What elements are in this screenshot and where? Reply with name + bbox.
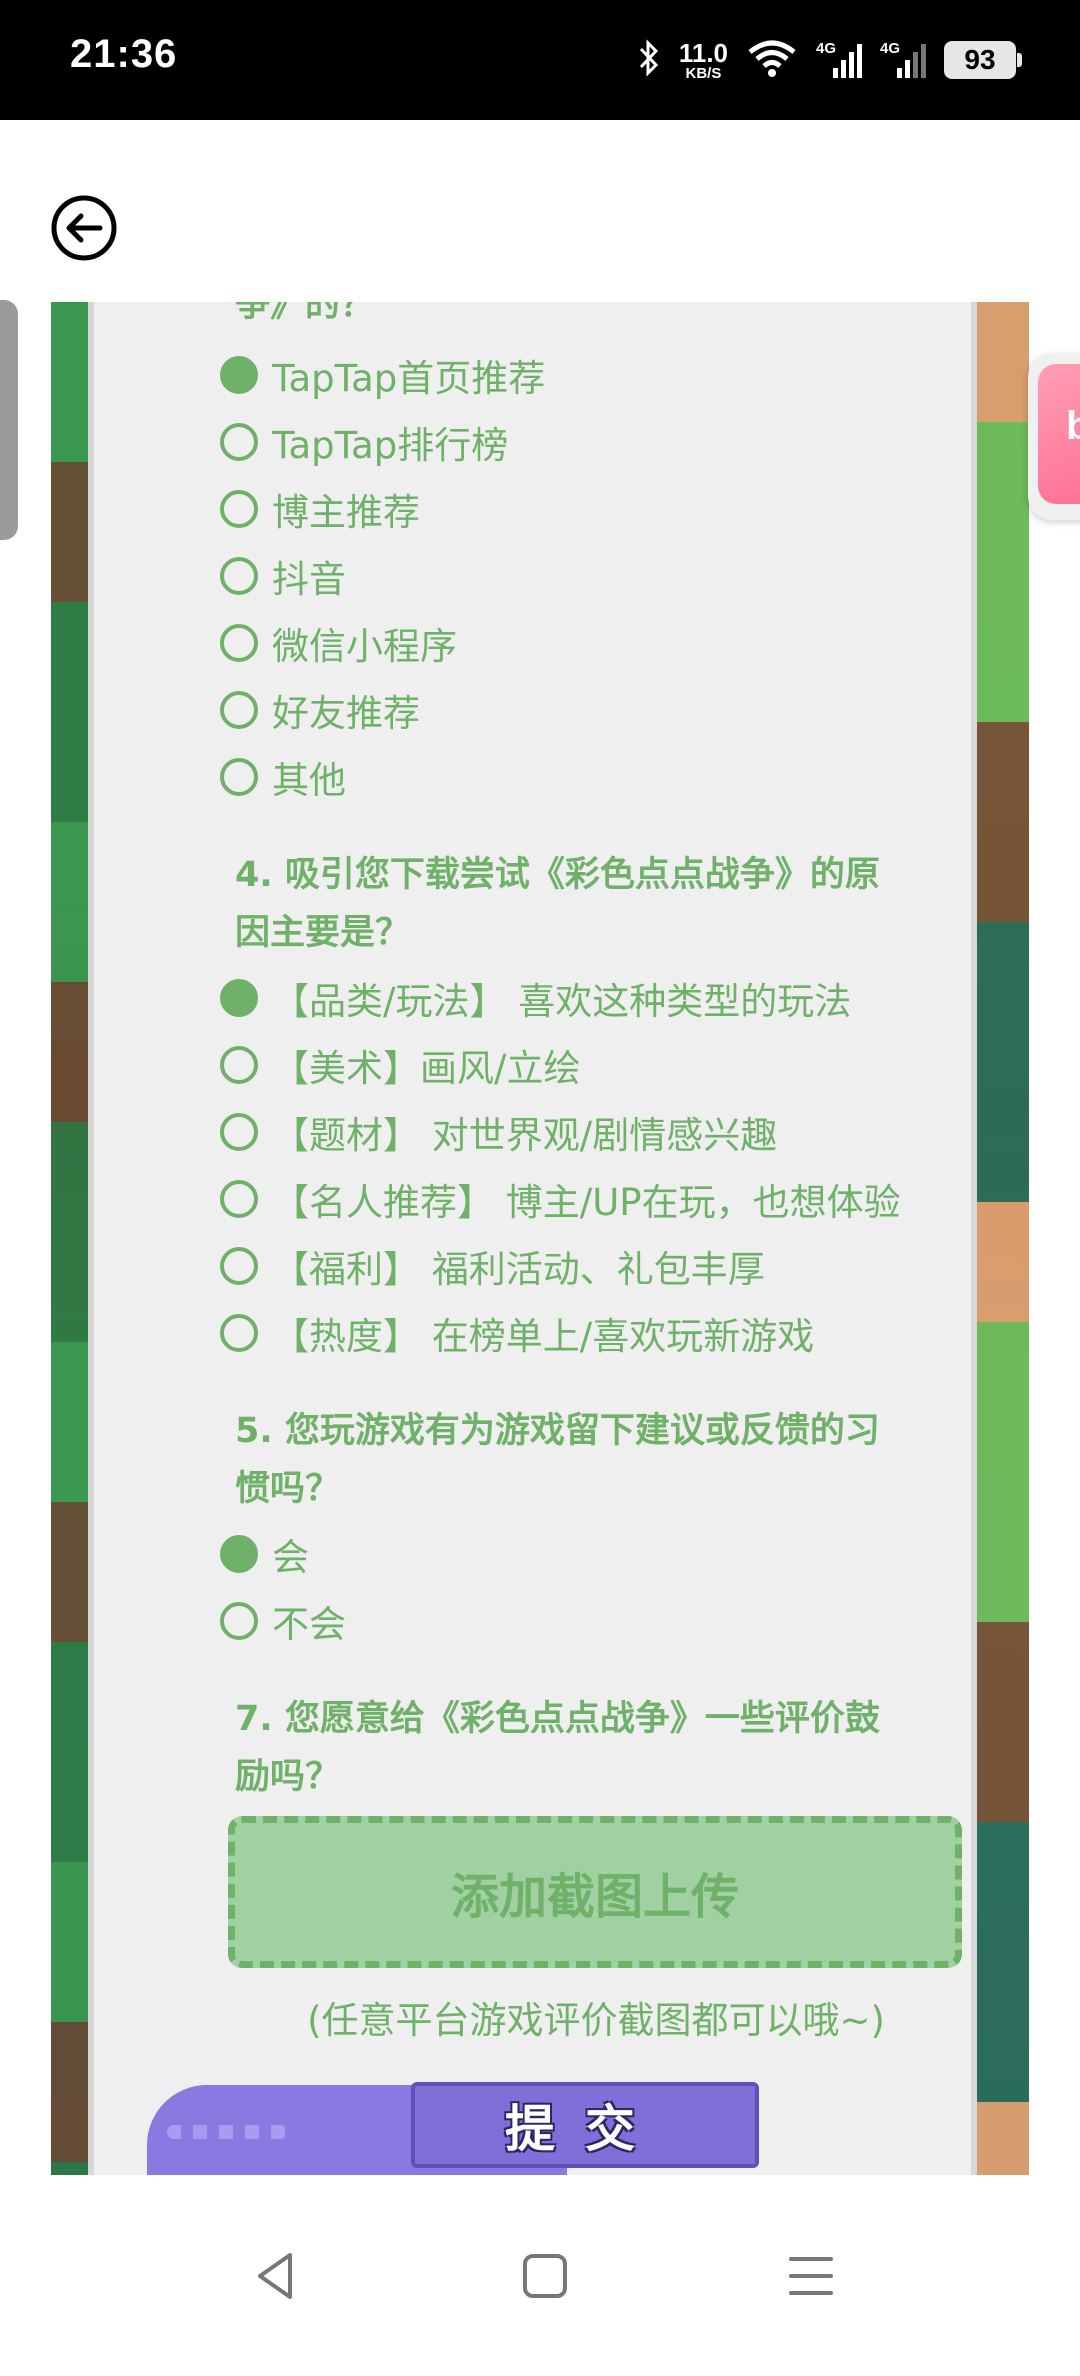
header — [0, 120, 1080, 302]
radio — [220, 1247, 258, 1285]
signal-icon: 4G — [816, 40, 862, 80]
option-q5-no[interactable]: 不会 — [220, 1593, 346, 1649]
radio — [220, 1046, 258, 1084]
net-speed-value: 11.0 — [678, 37, 728, 68]
arrow-left-circle-icon — [51, 195, 117, 261]
radio — [220, 557, 258, 595]
question-4-line1: 4. 吸引您下载尝试《彩色点点战争》的原 — [235, 855, 880, 895]
option-q4-celebrity[interactable]: 【名人推荐】 博主/UP在玩，也想体验 — [220, 1171, 901, 1227]
app-icon: b — [1038, 364, 1080, 504]
option-label: 抖音 — [272, 558, 346, 601]
option-label: 好友推荐 — [272, 692, 420, 735]
option-q5-yes[interactable]: 会 — [220, 1526, 309, 1582]
question-5-line2: 惯吗？ — [235, 1469, 341, 1509]
option-label: 博主推荐 — [272, 491, 420, 534]
net-speed: 11.0 KB/S — [679, 40, 728, 81]
status-bar: 21:36 11.0 KB/S 4G 4G 93 — [0, 0, 1080, 120]
radio — [220, 1314, 258, 1352]
option-q4-theme[interactable]: 【题材】 对世界观/剧情感兴趣 — [220, 1104, 777, 1160]
submit-label: 提交 — [505, 2100, 665, 2158]
option-label: 微信小程序 — [272, 625, 457, 668]
radio — [220, 624, 258, 662]
radio-selected — [220, 356, 258, 394]
option-q4-gameplay[interactable]: 【品类/玩法】 喜欢这种类型的玩法 — [220, 970, 851, 1026]
option-label: 【品类/玩法】 喜欢这种类型的玩法 — [272, 980, 852, 1023]
question-3-tail: 争》的？ — [235, 302, 376, 325]
home-square-icon — [523, 2254, 567, 2298]
radio-selected — [220, 1535, 258, 1573]
radio — [220, 490, 258, 528]
signal-icon: 4G — [880, 40, 926, 80]
back-button[interactable] — [50, 194, 118, 262]
question-4-title: 4. 吸引您下载尝试《彩色点点战争》的原 因主要是？ — [235, 846, 975, 962]
radio — [220, 691, 258, 729]
radio — [220, 758, 258, 796]
option-q4-popularity[interactable]: 【热度】 在榜单上/喜欢玩新游戏 — [220, 1305, 814, 1361]
question-7-line2: 励吗？ — [235, 1757, 341, 1797]
option-q4-art[interactable]: 【美术】画风/立绘 — [220, 1037, 580, 1093]
question-5-title: 5. 您玩游戏有为游戏留下建议或反馈的习 惯吗？ — [235, 1402, 975, 1518]
option-label: 【热度】 在榜单上/喜欢玩新游戏 — [272, 1315, 815, 1358]
option-q3-blogger[interactable]: 博主推荐 — [220, 481, 420, 537]
option-label: 不会 — [272, 1603, 346, 1646]
app-icon-letter: b — [1066, 404, 1080, 448]
option-q3-taptap-home[interactable]: TapTap首页推荐 — [220, 347, 545, 403]
wifi-icon — [746, 38, 798, 82]
background-art-left — [51, 302, 91, 2175]
system-navbar — [0, 2175, 1080, 2376]
question-7-line1: 7. 您愿意给《彩色点点战争》一些评价鼓 — [235, 1699, 880, 1739]
upload-hint: (任意平台游戏评价截图都可以哦~) — [307, 1999, 885, 2042]
left-edge-handle[interactable] — [0, 300, 18, 540]
status-icons: 11.0 KB/S 4G 4G 93 — [637, 30, 1022, 90]
radio — [220, 1113, 258, 1151]
question-5-line1: 5. 您玩游戏有为游戏留下建议或反馈的习 — [235, 1411, 880, 1451]
option-label: 【美术】画风/立绘 — [272, 1047, 581, 1090]
nav-home-button[interactable] — [510, 2241, 580, 2311]
back-triangle-icon — [258, 2253, 292, 2299]
radio — [220, 1180, 258, 1218]
option-q3-friend[interactable]: 好友推荐 — [220, 682, 420, 738]
upload-screenshot-button[interactable]: 添加截图上传 — [228, 1816, 962, 1968]
battery-level: 93 — [964, 44, 996, 75]
option-q3-wechat[interactable]: 微信小程序 — [220, 615, 457, 671]
option-label: 【题材】 对世界观/剧情感兴趣 — [272, 1114, 778, 1157]
radio-selected — [220, 979, 258, 1017]
option-q3-taptap-rank[interactable]: TapTap排行榜 — [220, 414, 508, 470]
radio — [220, 423, 258, 461]
nav-menu-button[interactable] — [776, 2241, 846, 2311]
net-speed-unit: KB/S — [685, 64, 722, 82]
floating-app-shortcut[interactable]: b — [1028, 354, 1080, 520]
survey-frame: 争》的？ TapTap首页推荐 TapTap排行榜 博主推荐 抖音 微信小程序 … — [51, 302, 1029, 2175]
option-label: TapTap首页推荐 — [272, 357, 546, 400]
bluetooth-icon — [637, 38, 661, 82]
option-label: 【名人推荐】 博主/UP在玩，也想体验 — [272, 1181, 901, 1224]
option-label: 【福利】 福利活动、礼包丰厚 — [272, 1248, 765, 1291]
option-q3-other[interactable]: 其他 — [220, 749, 346, 805]
menu-lines-icon — [789, 2257, 833, 2295]
status-time: 21:36 — [70, 32, 178, 76]
option-label: 会 — [272, 1536, 309, 1579]
option-q3-douyin[interactable]: 抖音 — [220, 548, 346, 604]
background-art-right — [971, 302, 1029, 2175]
option-q4-welfare[interactable]: 【福利】 福利活动、礼包丰厚 — [220, 1238, 765, 1294]
battery-icon: 93 — [944, 41, 1022, 79]
option-label: TapTap排行榜 — [272, 424, 509, 467]
nav-back-button[interactable] — [242, 2241, 312, 2311]
question-7-title: 7. 您愿意给《彩色点点战争》一些评价鼓 励吗？ — [235, 1690, 975, 1806]
option-label: 其他 — [272, 759, 346, 802]
radio — [220, 1602, 258, 1640]
upload-label: 添加截图上传 — [450, 1869, 739, 1925]
submit-button[interactable]: 提交 — [411, 2082, 759, 2168]
question-4-line2: 因主要是？ — [235, 913, 411, 953]
